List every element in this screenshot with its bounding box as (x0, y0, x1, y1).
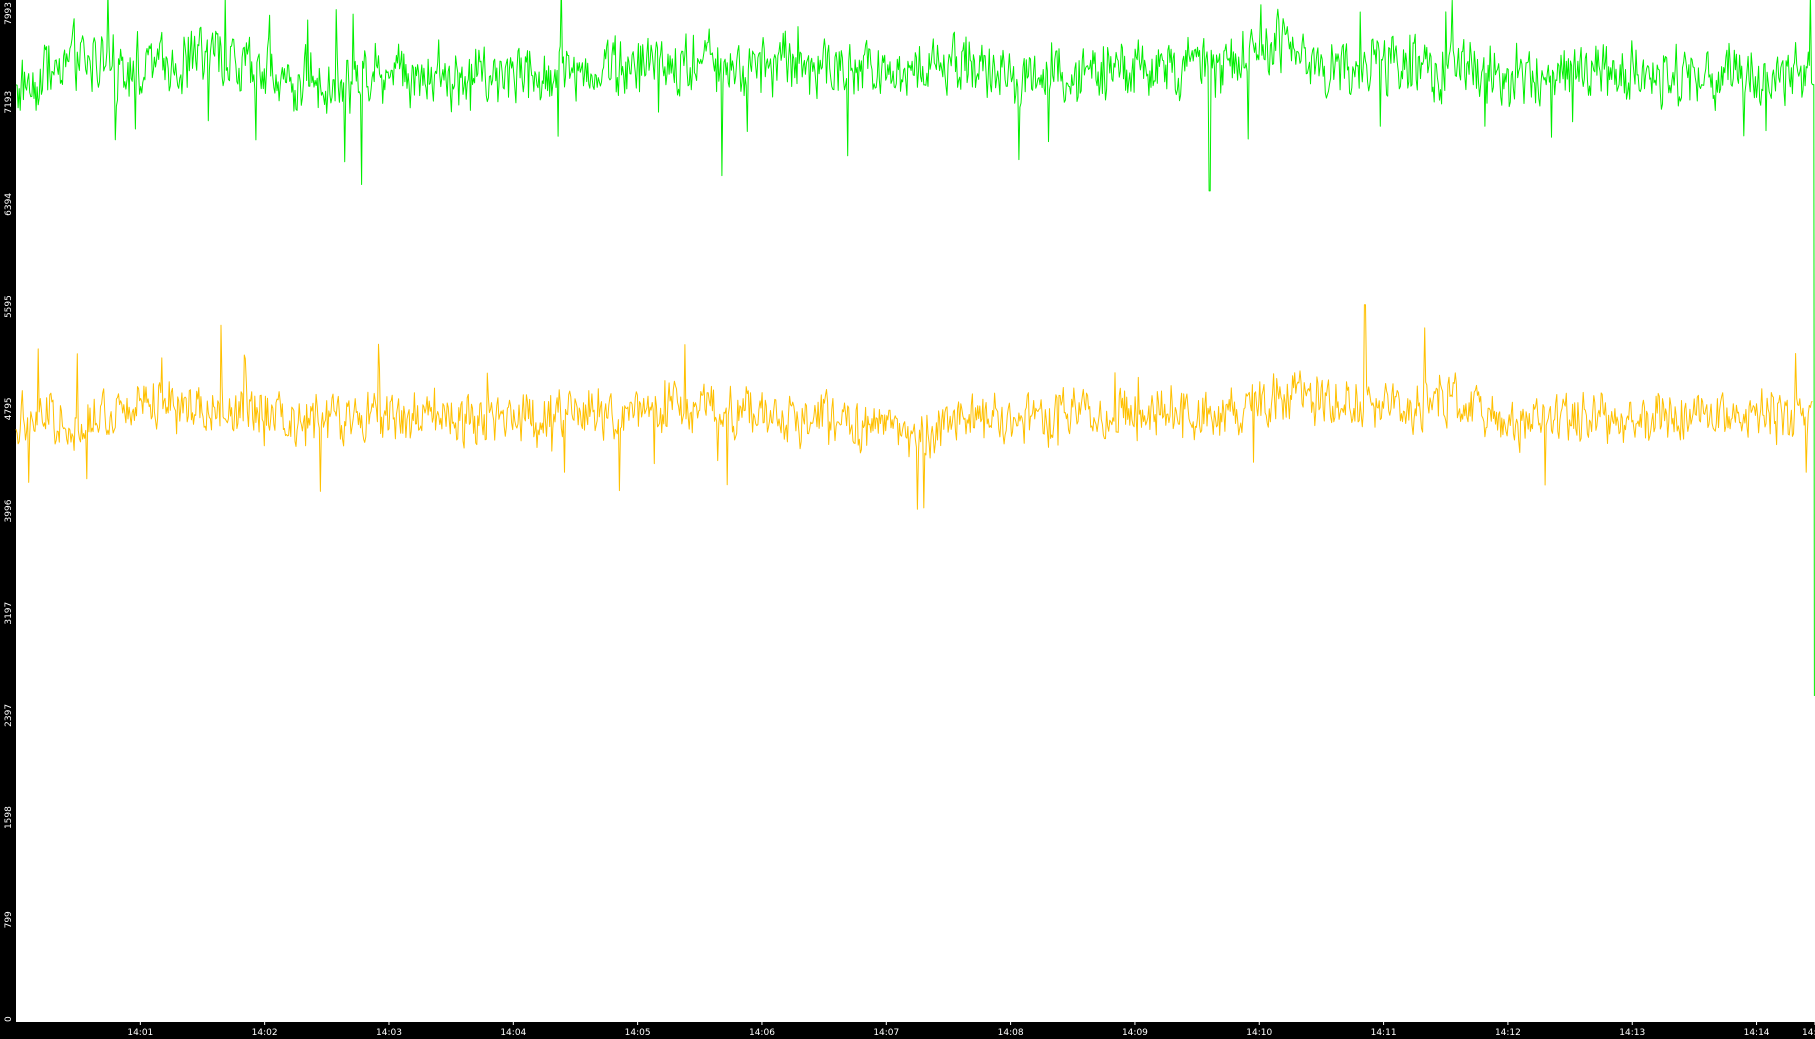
x-tick-label: 14:11 (1371, 1028, 1397, 1038)
x-tick-label: 14:12 (1495, 1028, 1521, 1038)
x-tick-label: 14:15 (1802, 1028, 1815, 1038)
y-tick-label: 7193 (4, 91, 14, 114)
line-chart: 0 799 1598 2397 3197 3996 4795 5595 6394 7193 7993… (0, 0, 1815, 1039)
plot-area (16, 0, 1815, 1022)
y-tick-label: 0 (4, 1016, 14, 1022)
x-tick-label: 14:04 (500, 1028, 526, 1038)
x-tick-label: 14:03 (376, 1028, 402, 1038)
x-tick-label: 14:06 (749, 1028, 775, 1038)
y-tick-label: 7993 (4, 2, 14, 25)
y-tick-label: 1598 (4, 806, 14, 829)
x-tick-label: 14:10 (1246, 1028, 1272, 1038)
x-tick-label: 14:13 (1619, 1028, 1645, 1038)
x-tick-label: 14:07 (873, 1028, 899, 1038)
x-tick-label: 14:08 (998, 1028, 1024, 1038)
y-tick-label: 6394 (4, 193, 14, 216)
y-tick-label: 799 (4, 911, 14, 928)
x-tick-label: 14:14 (1744, 1028, 1770, 1038)
y-tick-label: 2397 (4, 704, 14, 727)
x-tick-label: 14:05 (625, 1028, 651, 1038)
x-tick-label: 14:01 (127, 1028, 153, 1038)
y-tick-label: 4795 (4, 397, 14, 420)
x-tick-label: 14:02 (252, 1028, 278, 1038)
y-tick-label: 3996 (4, 499, 14, 522)
x-tick-label: 14:09 (1122, 1028, 1148, 1038)
y-tick-label: 3197 (4, 602, 14, 625)
y-tick-label: 5595 (4, 295, 14, 318)
